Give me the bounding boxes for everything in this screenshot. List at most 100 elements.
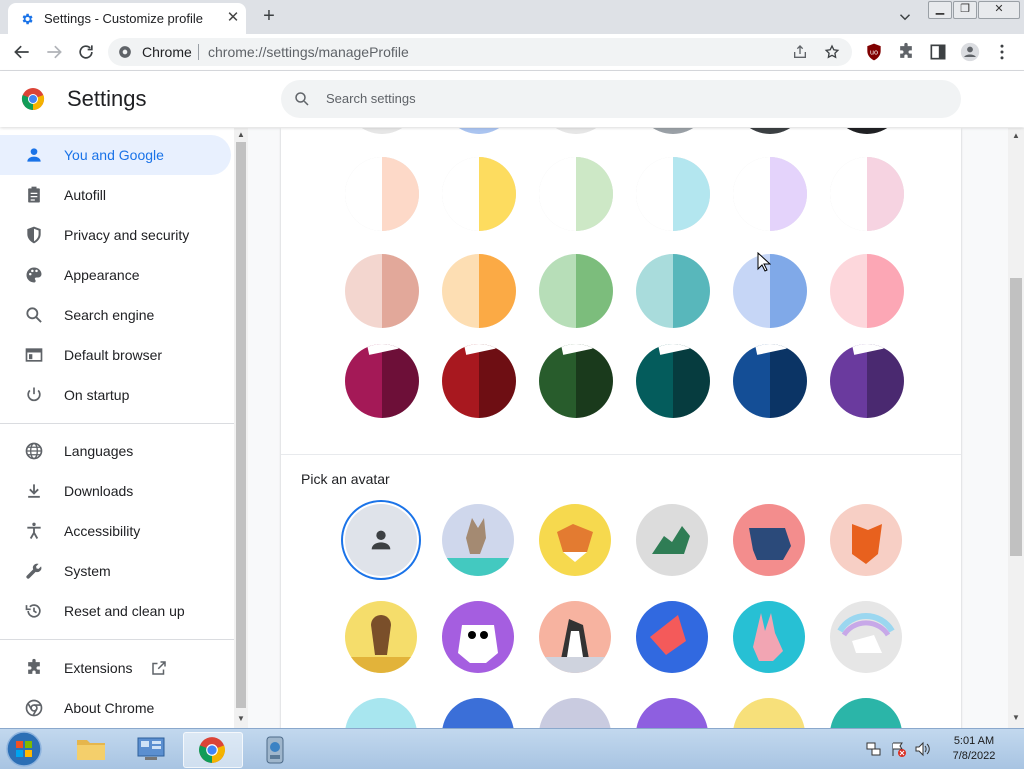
elephant-avatar[interactable] bbox=[733, 504, 805, 576]
close-window-button[interactable]: ✕ bbox=[978, 1, 1020, 19]
open-in-new-icon bbox=[152, 661, 166, 675]
sidebar-item-system[interactable]: System bbox=[0, 551, 231, 591]
theme-color-swatch[interactable] bbox=[442, 344, 516, 418]
theme-color-swatch[interactable] bbox=[830, 157, 904, 231]
side-panel-icon[interactable] bbox=[928, 42, 948, 62]
avatar-art bbox=[557, 524, 593, 562]
theme-color-swatch[interactable] bbox=[636, 254, 710, 328]
sidebar-item-downloads[interactable]: Downloads bbox=[0, 471, 231, 511]
avatar-partial[interactable] bbox=[733, 698, 805, 728]
sidebar-item-on-startup[interactable]: On startup bbox=[0, 375, 231, 415]
chrome-logo-icon bbox=[25, 699, 43, 717]
generic-avatar[interactable] bbox=[345, 504, 417, 576]
scroll-down-arrow[interactable]: ▼ bbox=[236, 714, 246, 724]
sidebar-item-label: Default browser bbox=[64, 347, 163, 363]
share-icon[interactable] bbox=[792, 44, 808, 60]
address-bar[interactable]: Chrome chrome://settings/manageProfile bbox=[108, 38, 852, 66]
sidebar-item-extensions[interactable]: Extensions bbox=[0, 648, 231, 688]
penguin-avatar[interactable] bbox=[539, 601, 611, 673]
sidebar-item-privacy[interactable]: Privacy and security bbox=[0, 215, 231, 255]
theme-color-swatch[interactable] bbox=[442, 157, 516, 231]
theme-color-swatch[interactable] bbox=[539, 157, 613, 231]
start-button[interactable] bbox=[4, 730, 44, 768]
taskbar-control-panel[interactable] bbox=[122, 732, 180, 766]
fox-avatar[interactable] bbox=[539, 504, 611, 576]
theme-color-swatch[interactable] bbox=[830, 128, 904, 134]
flag-error-icon[interactable] bbox=[890, 741, 906, 757]
theme-color-swatch[interactable] bbox=[830, 344, 904, 418]
theme-color-swatch[interactable] bbox=[539, 344, 613, 418]
sidebar-item-about-chrome[interactable]: About Chrome bbox=[0, 688, 231, 728]
puzzle-icon[interactable] bbox=[896, 42, 916, 62]
theme-color-swatch[interactable] bbox=[345, 254, 419, 328]
browser-tab[interactable]: Settings - Customize profile ✕ bbox=[8, 3, 246, 34]
taskbar-disk-tool[interactable] bbox=[246, 732, 304, 766]
forward-arrow-icon[interactable] bbox=[44, 42, 64, 62]
rabbit-avatar[interactable] bbox=[733, 601, 805, 673]
sidebar-item-you-and-google[interactable]: You and Google bbox=[0, 135, 231, 175]
theme-color-swatch[interactable] bbox=[636, 128, 710, 134]
avatar-art bbox=[345, 614, 417, 673]
avatar-partial[interactable] bbox=[345, 698, 417, 728]
settings-main: Pick an avatar bbox=[248, 128, 1008, 728]
sidebar-item-appearance[interactable]: Appearance bbox=[0, 255, 231, 295]
tab-close-icon[interactable]: ✕ bbox=[224, 9, 242, 27]
sidebar-item-default-browser[interactable]: Default browser bbox=[0, 335, 231, 375]
theme-color-swatch[interactable] bbox=[345, 128, 419, 134]
theme-color-swatch[interactable] bbox=[636, 157, 710, 231]
panda-avatar[interactable] bbox=[442, 601, 514, 673]
scroll-up-arrow[interactable]: ▲ bbox=[236, 130, 246, 140]
sidebar-item-autofill[interactable]: Autofill bbox=[0, 175, 231, 215]
new-tab-icon[interactable]: + bbox=[258, 6, 280, 28]
avatar-partial[interactable] bbox=[830, 698, 902, 728]
theme-color-swatch[interactable] bbox=[733, 157, 807, 231]
sidebar-item-languages[interactable]: Languages bbox=[0, 431, 231, 471]
unicorn-avatar[interactable] bbox=[830, 601, 902, 673]
dragon-avatar[interactable] bbox=[636, 504, 708, 576]
taskbar-chrome[interactable] bbox=[183, 732, 243, 768]
minimize-button[interactable]: ▁ bbox=[928, 1, 952, 19]
theme-color-swatch[interactable] bbox=[539, 254, 613, 328]
more-menu-icon[interactable] bbox=[992, 42, 1012, 62]
main-scroll-thumb[interactable] bbox=[1010, 278, 1022, 556]
theme-color-swatch[interactable] bbox=[636, 344, 710, 418]
theme-color-swatch[interactable] bbox=[830, 254, 904, 328]
theme-color-swatch[interactable] bbox=[733, 344, 807, 418]
theme-color-swatch[interactable] bbox=[733, 128, 807, 134]
theme-color-swatch[interactable] bbox=[345, 344, 419, 418]
sidebar-scroll-thumb[interactable] bbox=[236, 142, 246, 708]
theme-color-swatch[interactable] bbox=[442, 128, 516, 134]
theme-color-swatch[interactable] bbox=[539, 128, 613, 134]
main-scrollbar[interactable]: ▲ ▼ bbox=[1008, 128, 1024, 728]
theme-color-swatch[interactable] bbox=[345, 157, 419, 231]
sidebar-scrollbar[interactable]: ▲ ▼ bbox=[234, 128, 248, 728]
network-icon[interactable] bbox=[866, 741, 882, 757]
omnibox-divider bbox=[198, 44, 199, 60]
avatar-partial[interactable] bbox=[539, 698, 611, 728]
system-clock[interactable]: 5:01 AM 7/8/2022 bbox=[946, 734, 1002, 764]
ublock-shield-icon[interactable]: uo bbox=[864, 42, 884, 62]
person-icon bbox=[371, 530, 391, 550]
back-arrow-icon[interactable] bbox=[12, 42, 32, 62]
scroll-down-arrow[interactable]: ▼ bbox=[1011, 713, 1021, 723]
sidebar-item-accessibility[interactable]: Accessibility bbox=[0, 511, 231, 551]
avatar-art bbox=[539, 619, 611, 673]
star-icon[interactable] bbox=[824, 44, 840, 60]
bird-avatar[interactable] bbox=[636, 601, 708, 673]
monkey-avatar[interactable] bbox=[345, 601, 417, 673]
theme-color-swatch[interactable] bbox=[442, 254, 516, 328]
chevron-down-icon[interactable] bbox=[896, 8, 914, 26]
profile-avatar-icon[interactable] bbox=[960, 42, 980, 62]
search-input[interactable]: Search settings bbox=[281, 80, 961, 118]
cat-avatar[interactable] bbox=[442, 504, 514, 576]
sidebar-item-search-engine[interactable]: Search engine bbox=[0, 295, 231, 335]
taskbar-explorer[interactable] bbox=[62, 732, 120, 766]
sidebar-item-reset[interactable]: Reset and clean up bbox=[0, 591, 231, 631]
red-fox-avatar[interactable] bbox=[830, 504, 902, 576]
restore-button[interactable]: ❐ bbox=[953, 1, 977, 19]
avatar-partial[interactable] bbox=[636, 698, 708, 728]
scroll-up-arrow[interactable]: ▲ bbox=[1011, 131, 1021, 141]
reload-icon[interactable] bbox=[76, 42, 96, 62]
volume-icon[interactable] bbox=[914, 741, 932, 757]
avatar-partial[interactable] bbox=[442, 698, 514, 728]
